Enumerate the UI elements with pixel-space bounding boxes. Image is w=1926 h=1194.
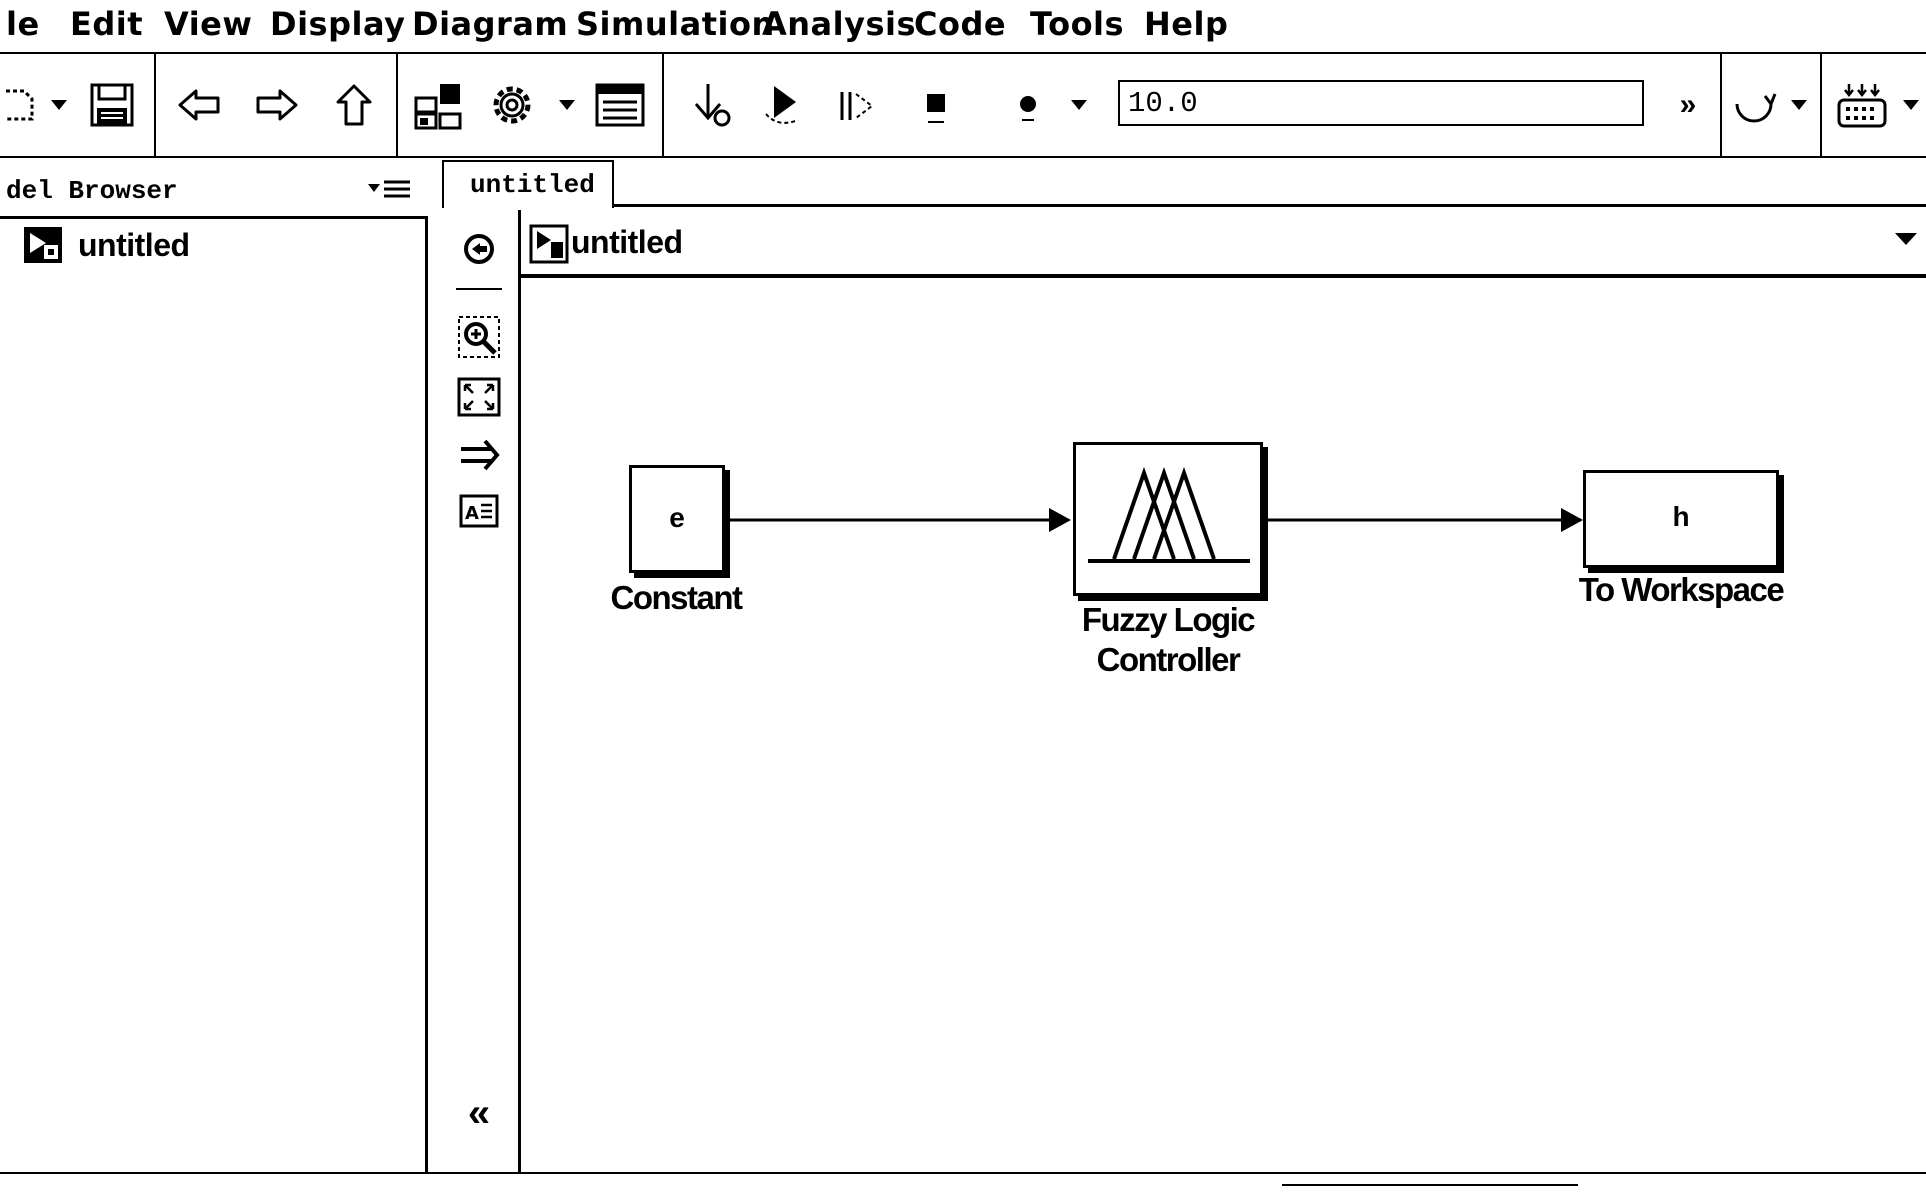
record-button[interactable] xyxy=(1000,76,1056,134)
play-icon xyxy=(765,86,799,124)
chevron-down-icon xyxy=(1071,100,1087,110)
model-browser-menu-button[interactable] xyxy=(366,174,414,204)
status-bar xyxy=(0,1172,1926,1194)
hide-browser-button[interactable] xyxy=(456,226,502,272)
save-icon xyxy=(90,83,134,127)
fit-to-view-button[interactable] xyxy=(456,374,502,420)
tab-untitled[interactable]: untitled xyxy=(442,160,614,208)
menu-tools[interactable]: Tools xyxy=(1030,6,1124,42)
palette-divider xyxy=(456,288,502,290)
step-forward-button[interactable] xyxy=(828,76,884,134)
save-button[interactable] xyxy=(84,76,140,134)
chevron-down-icon xyxy=(1791,100,1807,110)
model-browser-title: del Browser xyxy=(6,176,178,206)
menu-simulation[interactable]: Simulation xyxy=(576,6,775,42)
run-button[interactable] xyxy=(756,76,812,134)
panel-menu-icon xyxy=(368,180,410,198)
collapse-palette-button[interactable]: « xyxy=(456,1090,502,1136)
constant-value: e xyxy=(669,502,685,533)
menu-view[interactable]: View xyxy=(164,6,252,42)
menu-edit[interactable]: Edit xyxy=(70,6,143,42)
chevron-down-icon xyxy=(51,100,67,110)
refresh-dropdown[interactable] xyxy=(1786,76,1812,134)
model-explorer-icon xyxy=(595,83,645,127)
signal-lines xyxy=(729,508,1583,532)
fuzzy-caption-line1: Fuzzy Logic xyxy=(1081,601,1256,638)
to-workspace-caption[interactable]: To Workspace xyxy=(1551,570,1811,610)
gear-icon xyxy=(493,86,531,124)
zoom-in-icon xyxy=(458,316,500,358)
double-arrow-right-icon xyxy=(461,439,500,471)
zoom-area-button[interactable] xyxy=(456,314,502,360)
constant-block[interactable]: e xyxy=(629,465,725,573)
arrow-up-icon xyxy=(336,84,372,126)
new-model-icon xyxy=(6,89,34,121)
fit-to-view-icon xyxy=(457,377,501,417)
constant-caption[interactable]: Constant xyxy=(591,578,761,618)
fuzzy-caption[interactable]: Fuzzy Logic Controller xyxy=(1033,600,1303,680)
palette-toolbar: A « xyxy=(442,210,516,1172)
tab-label: untitled xyxy=(470,170,595,200)
refresh-icon xyxy=(1735,93,1777,123)
record-icon xyxy=(1020,96,1036,121)
svg-text:A: A xyxy=(465,503,479,524)
tab-divider xyxy=(612,204,1926,207)
model-settings-button[interactable] xyxy=(484,76,540,134)
build-button[interactable] xyxy=(1834,76,1890,134)
menu-code[interactable]: Code xyxy=(914,6,1006,42)
menu-display[interactable]: Display xyxy=(270,6,405,42)
tree-item-untitled[interactable]: untitled xyxy=(22,225,190,265)
refresh-button[interactable] xyxy=(1726,76,1782,134)
annotation-icon: A xyxy=(459,494,499,528)
menu-bar: le Edit View Display Diagram Simulation … xyxy=(0,0,1926,54)
stop-button[interactable] xyxy=(908,76,964,134)
build-icon xyxy=(1837,84,1887,128)
model-browser-header: del Browser xyxy=(0,160,428,212)
workspace-variable: h xyxy=(1672,501,1690,532)
tree-item-label: untitled xyxy=(78,226,190,263)
menu-help[interactable]: Help xyxy=(1144,6,1228,42)
model-canvas[interactable]: untitled e Constant Fuzzy Logic Controll… xyxy=(518,210,1926,1172)
membership-functions-icon xyxy=(1088,467,1250,563)
chevron-down-icon xyxy=(1903,100,1919,110)
signal-routing-button[interactable] xyxy=(456,432,502,478)
menu-file[interactable]: le xyxy=(6,6,40,42)
arrow-right-icon xyxy=(256,89,298,121)
circle-arrow-icon xyxy=(464,234,494,264)
menu-diagram[interactable]: Diagram xyxy=(412,6,568,42)
stop-time-input[interactable] xyxy=(1118,80,1644,126)
up-button[interactable] xyxy=(326,76,382,134)
stop-icon xyxy=(927,94,945,123)
annotation-button[interactable]: A xyxy=(456,488,502,534)
step-back-icon xyxy=(694,84,731,127)
fuzzy-caption-line2: Controller xyxy=(1096,641,1241,678)
model-explorer-button[interactable] xyxy=(592,76,648,134)
model-icon xyxy=(24,227,62,263)
menu-analysis[interactable]: Analysis xyxy=(762,6,916,42)
library-browser-icon xyxy=(414,84,462,130)
to-workspace-block[interactable]: h xyxy=(1583,470,1779,568)
chevron-down-icon xyxy=(559,100,575,110)
model-settings-dropdown[interactable] xyxy=(554,76,580,134)
back-button[interactable] xyxy=(172,76,228,134)
forward-button[interactable] xyxy=(248,76,304,134)
arrow-left-icon xyxy=(178,89,220,121)
record-dropdown[interactable] xyxy=(1066,76,1092,134)
status-segment xyxy=(1282,1184,1578,1186)
toolbar: » xyxy=(0,54,1926,158)
more-toolbar-button[interactable]: » xyxy=(1660,76,1716,134)
step-forward-icon xyxy=(840,92,874,120)
new-model-dropdown[interactable] xyxy=(46,76,72,134)
step-back-button[interactable] xyxy=(684,76,740,134)
fuzzy-logic-controller-block[interactable] xyxy=(1073,442,1263,596)
build-dropdown[interactable] xyxy=(1898,76,1924,134)
new-model-button[interactable] xyxy=(0,76,50,134)
model-browser-panel: untitled xyxy=(0,216,428,1172)
library-browser-button[interactable] xyxy=(410,76,466,134)
